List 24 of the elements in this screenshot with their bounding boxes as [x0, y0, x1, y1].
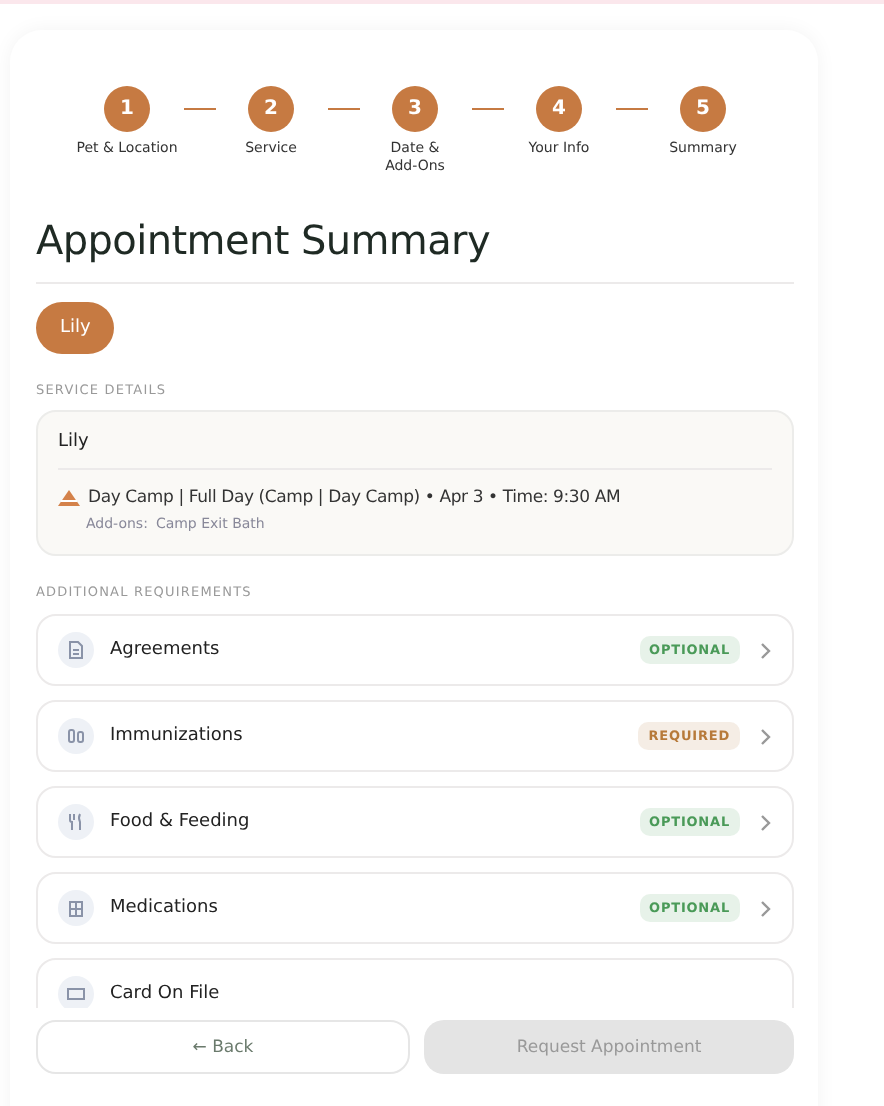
document-icon — [58, 632, 94, 668]
page-title: Appointment Summary — [36, 216, 492, 264]
vials-icon — [58, 718, 94, 754]
step-number: 1 — [104, 86, 150, 132]
step-number: 5 — [680, 86, 726, 132]
pet-name: Lily — [58, 432, 91, 452]
service-text: Day Camp | Full Day (Camp | Day Camp) • Apr 3 • Time: 9:30 AM — [88, 488, 621, 508]
requirement-label: Food & Feeding — [110, 812, 252, 832]
requirement-label: Card On File — [110, 984, 222, 1004]
step-number: 2 — [248, 86, 294, 132]
step-number: 3 — [392, 86, 438, 132]
back-button[interactable]: ← Back — [36, 1020, 410, 1074]
chevron-icon — [760, 727, 772, 745]
pillbox-icon — [58, 890, 94, 926]
card-icon — [58, 976, 94, 1008]
tent-icon — [58, 490, 80, 506]
requirement-label: Medications — [110, 898, 220, 918]
chevron-icon — [760, 813, 772, 831]
chevron-icon — [760, 899, 772, 917]
utensils-icon — [58, 804, 94, 840]
step-number: 4 — [536, 86, 582, 132]
requirement-label: Immunizations — [110, 726, 245, 746]
chevron-icon — [760, 641, 772, 659]
requirement-label: Agreements — [110, 640, 222, 660]
